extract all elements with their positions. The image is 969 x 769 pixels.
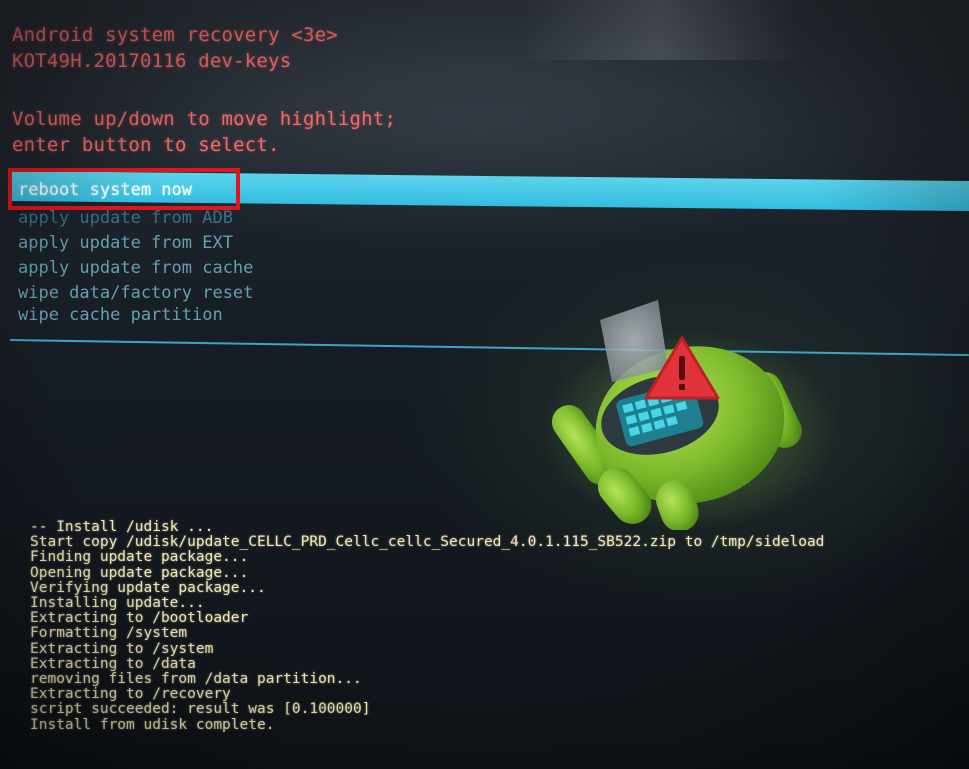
- install-log: -- Install /udisk ... Start copy /udisk/…: [30, 519, 969, 733]
- android-error-robot-icon: [540, 300, 840, 530]
- log-line: Opening update package...: [30, 564, 249, 581]
- build-version: KOT49H.20170116 dev-keys: [12, 50, 292, 72]
- log-line: Extracting to /system: [30, 640, 214, 657]
- menu-item-wipe-cache-partition[interactable]: wipe cache partition: [18, 305, 223, 325]
- log-line: removing files from /data partition...: [30, 671, 362, 688]
- log-line: Extracting to /data: [30, 655, 196, 672]
- annotation-highlight-box: [8, 168, 240, 210]
- log-line: Formatting /system: [30, 625, 188, 642]
- menu-item-wipe-data-factory-reset[interactable]: wipe data/factory reset: [18, 283, 253, 303]
- menu-item-apply-update-ext[interactable]: apply update from EXT: [18, 233, 233, 253]
- select-hint: enter button to select.: [12, 134, 280, 156]
- log-line: Installing update...: [30, 595, 205, 612]
- log-line: Install from udisk complete.: [30, 716, 275, 733]
- recovery-screen: Android system recovery <3e> KOT49H.2017…: [0, 0, 969, 769]
- navigation-hint: Volume up/down to move highlight;: [12, 108, 397, 130]
- log-line: -- Install /udisk ...: [30, 519, 214, 535]
- log-line: script succeeded: result was [0.100000]: [30, 701, 371, 718]
- screen-glare: [520, 0, 800, 60]
- log-line: Verifying update package...: [30, 579, 266, 596]
- menu-item-apply-update-cache[interactable]: apply update from cache: [18, 258, 253, 278]
- log-line: Finding update package...: [30, 549, 249, 566]
- recovery-title: Android system recovery <3e>: [12, 24, 338, 46]
- menu-item-apply-update-adb[interactable]: apply update from ADB: [18, 208, 233, 228]
